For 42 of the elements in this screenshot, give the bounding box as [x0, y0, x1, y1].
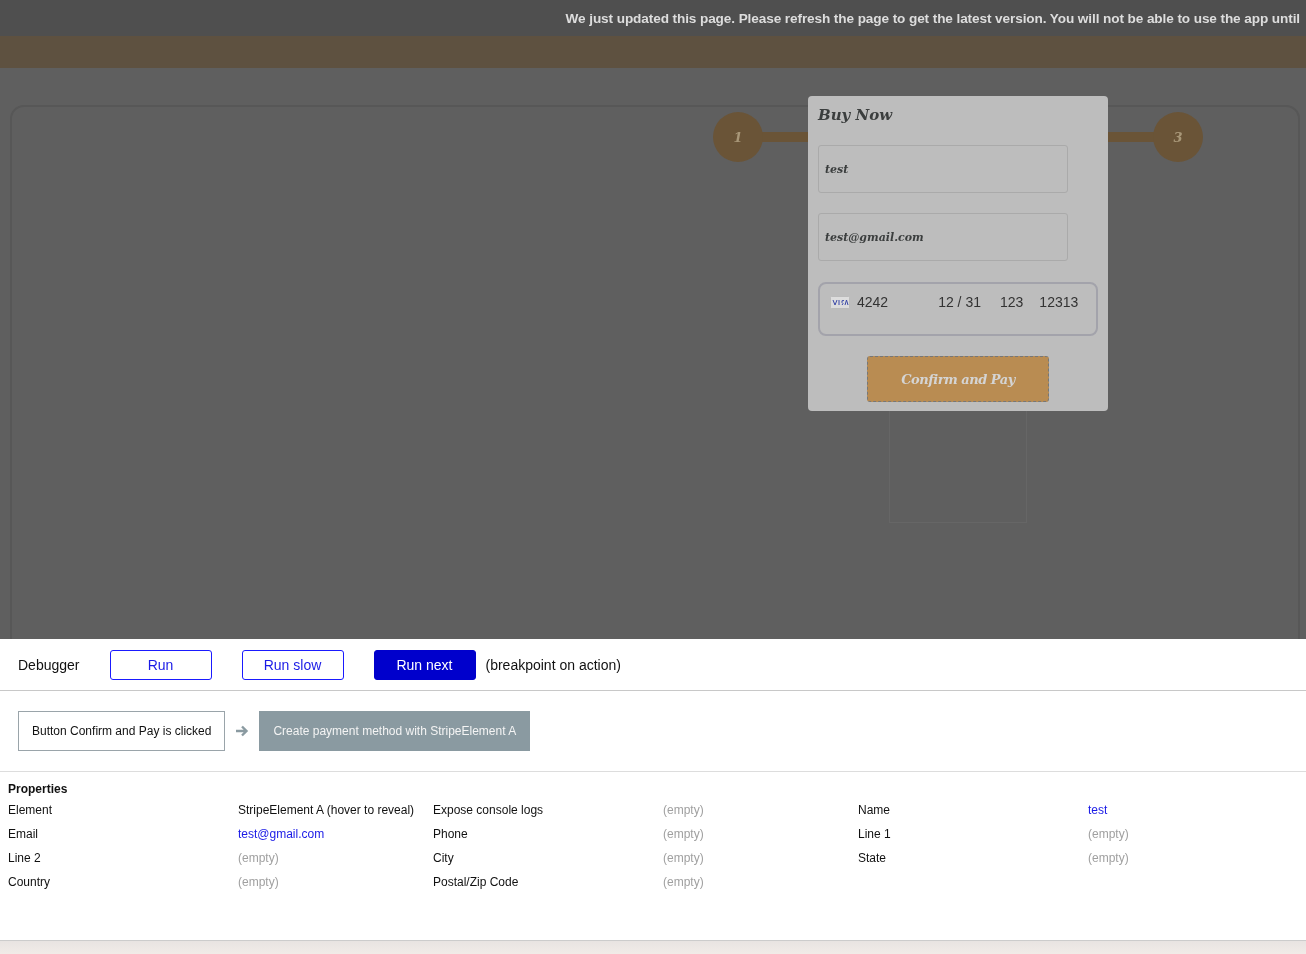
debugger-label: Debugger [18, 656, 80, 673]
property-label: Email [8, 827, 39, 841]
property-value: (empty) [1088, 827, 1130, 841]
input-field[interactable]: test [818, 145, 1068, 193]
card-input-field[interactable]: 4242 12 / 31 123 12313 [818, 282, 1098, 336]
property-label: Line 2 [8, 851, 42, 865]
property-value: (empty) [663, 875, 705, 889]
debug-button[interactable]: Run slow [241, 649, 344, 680]
event-step[interactable]: Button Confirm and Pay is clicked [18, 711, 226, 751]
debug-button[interactable]: Run [109, 649, 212, 680]
property-value: (empty) [663, 827, 705, 841]
debug-button[interactable]: Run next [373, 649, 476, 680]
input-field[interactable]: test@gmail.com [818, 213, 1068, 261]
property-label: Country [8, 875, 52, 889]
update-banner-text: We just updated this page. Please refresh the page to get the latest version. You will not be able to use the app until [565, 10, 1300, 26]
property-value[interactable]: test@gmail.com [238, 827, 433, 841]
card-number: 4242 [857, 294, 889, 310]
arrow-icon [235, 724, 250, 738]
property-label: City [433, 851, 455, 865]
step-circle: 3 [1153, 112, 1203, 162]
card-expiry: 12 / 31 [938, 294, 981, 310]
property-value: (empty) [663, 803, 705, 817]
property-value: (empty) [238, 875, 280, 889]
property-label: Element [8, 803, 54, 817]
dialog-title: Buy Now [818, 106, 893, 124]
property-label: Phone [433, 827, 469, 841]
step-circle: 1 [713, 112, 763, 162]
property-label: Expose console logs [433, 803, 545, 817]
property-label: State [858, 851, 888, 865]
property-value: (empty) [1088, 851, 1130, 865]
card-zip: 12313 [1039, 294, 1079, 310]
breakpoint-note: (breakpoint on action) [485, 656, 621, 673]
property-label: Postal/Zip Code [433, 875, 520, 889]
property-value: (empty) [663, 851, 705, 865]
card-cvc: 123 [1000, 294, 1024, 310]
card-brand-icon [830, 296, 850, 309]
property-value[interactable]: test [1088, 803, 1288, 817]
property-value: StripeElement A (hover to reveal) [238, 803, 416, 817]
property-label: Name [858, 803, 891, 817]
properties-heading: Properties [8, 782, 69, 796]
property-value: (empty) [238, 851, 280, 865]
property-label: Line 1 [858, 827, 892, 841]
